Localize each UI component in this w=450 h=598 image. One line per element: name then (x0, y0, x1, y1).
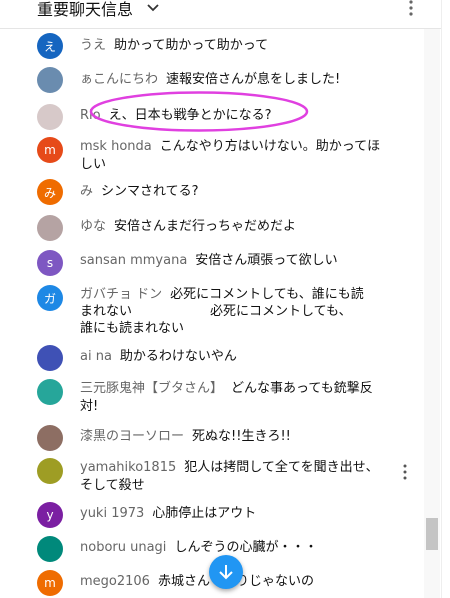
chat-message: ガ ガバチョ ドン 必死にコメントしても、誰にも読 まれない 必死にコメントしても… (0, 283, 422, 345)
avatar[interactable]: え (37, 33, 63, 59)
author-name[interactable]: み (80, 184, 93, 199)
message-text: こんなやり方はいけない。助かってほ (159, 139, 381, 154)
avatar[interactable]: y (37, 502, 63, 528)
chat-message: m msk honda こんなやり方はいけない。助かってほ しい (0, 135, 422, 175)
arrow-down-icon (219, 565, 233, 580)
avatar[interactable]: み (37, 179, 63, 205)
chevron-down-icon[interactable] (146, 2, 160, 14)
avatar-letter: m (44, 143, 56, 157)
message-text: 安倍さんまだ行っちゃだめだよ (114, 219, 297, 234)
message-text: 死ぬな!!生きろ!! (192, 429, 291, 444)
avatar-letter: み (43, 185, 56, 200)
live-chat-panel: 重要聊天信息 え うえ 助かって助かって助かって ぁこんにちわ 速報安倍さんが息をし… (0, 0, 450, 598)
message-text: 助かって助かって助かって (114, 38, 269, 53)
chat-message: noboru unagi しんぞうの心臓が・・・ (0, 535, 422, 563)
author-name[interactable]: うえ (80, 38, 106, 53)
chat-message: み みシンマされてる? (0, 179, 422, 207)
avatar-letter: m (44, 576, 56, 590)
author-name[interactable]: sansan mmyana (80, 253, 187, 268)
message-text-cont: しい (80, 157, 107, 172)
avatar[interactable] (37, 458, 63, 484)
scrollbar-thumb[interactable] (426, 518, 438, 550)
avatar[interactable] (37, 536, 63, 562)
author-name[interactable]: ガバチョ ドン (80, 287, 162, 302)
avatar[interactable] (37, 379, 63, 405)
author-name[interactable]: ゆな (80, 219, 106, 234)
author-name[interactable]: ぁこんにちわ (80, 72, 158, 87)
author-name[interactable]: yuki 1973 (80, 506, 144, 521)
more-vert-icon[interactable] (404, 0, 418, 18)
message-text: 安倍さん頑張って欲しい (195, 253, 338, 268)
scroll-to-bottom-button[interactable] (209, 555, 243, 589)
message-text: 犯人は拷問して全てを聞き出せ、 (184, 460, 379, 475)
chat-message: ゆな 安倍さんまだ行っちゃだめだよ (0, 214, 422, 242)
chat-message: y yuki 1973 心肺停止はアウト (0, 501, 422, 529)
message-text-cont: 誰にも読まれない (80, 321, 185, 336)
chat-message: 漆黒のヨーソロー 死ぬな!!生きろ!! (0, 425, 422, 453)
message-text: 助かるわけないやん (119, 349, 237, 364)
avatar[interactable]: ガ (37, 285, 63, 311)
author-name[interactable]: ai na (80, 349, 112, 364)
avatar[interactable] (37, 104, 63, 130)
author-name[interactable]: mego2106 (80, 574, 150, 589)
chat-message: s sansan mmyana 安倍さん頑張って欲しい (0, 248, 422, 276)
chat-message: ai na 助かるわけないやん (0, 344, 422, 372)
highlight-annotation-ellipse (89, 91, 309, 132)
author-name[interactable]: yamahiko1815 (80, 460, 176, 475)
message-text: 心肺停止はアウト (152, 506, 257, 521)
chat-message: 三元豚鬼神【ブタさん】 どんな事あっても銃撃反 対! (0, 377, 422, 423)
author-name[interactable]: noboru unagi (80, 540, 166, 555)
message-more-icon[interactable] (400, 462, 410, 482)
author-name[interactable]: msk honda (80, 139, 152, 154)
message-text: どんな事あっても銃撃反 (231, 381, 373, 396)
message-text-cont: 対! (80, 399, 99, 414)
author-name[interactable]: 漆黒のヨーソロー (80, 429, 184, 444)
message-text: 速報安倍さんが息をしました! (166, 72, 341, 87)
scrollbar-track[interactable] (424, 29, 440, 598)
avatar-letter: ガ (43, 291, 56, 306)
chat-header: 重要聊天信息 (0, 0, 450, 29)
author-name[interactable]: 三元豚鬼神【ブタさん】 (80, 381, 223, 396)
chat-title[interactable]: 重要聊天信息 (37, 0, 133, 20)
avatar[interactable] (37, 215, 63, 241)
message-text: シンマされてる? (101, 184, 199, 199)
message-text-cont: そして殺せ (80, 478, 145, 493)
avatar[interactable]: m (37, 137, 63, 163)
avatar[interactable]: m (37, 570, 63, 596)
avatar[interactable] (37, 425, 63, 451)
message-text: しんぞうの心臓が・・・ (174, 540, 318, 555)
avatar[interactable]: s (37, 250, 63, 276)
chat-message: yamahiko1815 犯人は拷問して全てを聞き出せ、 そして殺せ (0, 457, 422, 503)
avatar[interactable] (37, 67, 63, 93)
chat-message: え うえ 助かって助かって助かって (0, 31, 422, 59)
avatar-letter: え (43, 39, 56, 54)
message-text: 必死にコメントしても、誰にも読 (170, 287, 364, 302)
avatar-letter: s (46, 256, 54, 270)
avatar-letter: y (46, 508, 54, 522)
chat-message: ぁこんにちわ 速報安倍さんが息をしました! (0, 65, 422, 93)
avatar[interactable] (37, 345, 63, 371)
window-edge (441, 0, 450, 598)
